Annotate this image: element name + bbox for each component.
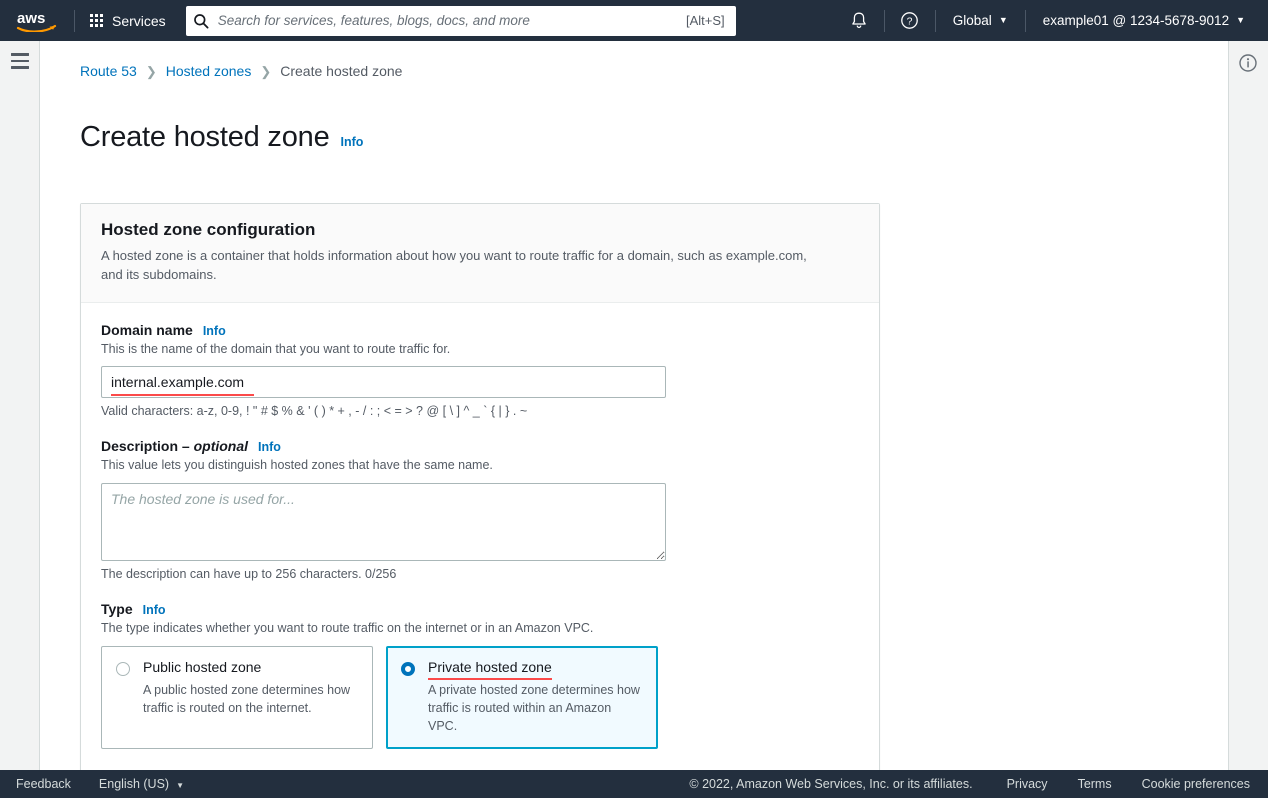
info-circle-icon[interactable] bbox=[1238, 53, 1258, 73]
chevron-down-icon: ▼ bbox=[176, 781, 184, 790]
account-label: example01 @ 1234-5678-9012 bbox=[1042, 13, 1230, 28]
services-menu-label: Services bbox=[112, 12, 166, 29]
page-title-row: Create hosted zone Info bbox=[41, 79, 1227, 174]
aws-logo-icon: aws bbox=[16, 10, 57, 33]
nav-divider bbox=[934, 9, 936, 32]
type-info-link[interactable]: Info bbox=[143, 603, 166, 617]
domain-name-input-wrap bbox=[101, 366, 666, 399]
hamburger-icon[interactable] bbox=[11, 53, 29, 69]
feedback-link[interactable]: Feedback bbox=[16, 777, 71, 791]
cookie-preferences-link[interactable]: Cookie preferences bbox=[1142, 777, 1250, 791]
description-optional-text: optional bbox=[193, 438, 249, 455]
left-navigation-rail bbox=[0, 41, 40, 770]
nav-divider bbox=[1024, 9, 1026, 32]
language-selector[interactable]: English (US) ▼ bbox=[99, 777, 184, 791]
description-label: Description – optional bbox=[101, 438, 248, 454]
breadcrumb-item-route-53[interactable]: Route 53 bbox=[80, 63, 137, 79]
services-menu-button[interactable]: Services bbox=[79, 0, 177, 41]
breadcrumb-separator-icon: ❯ bbox=[260, 63, 272, 79]
right-help-rail bbox=[1228, 41, 1268, 770]
aws-logo[interactable]: aws bbox=[16, 10, 60, 33]
question-circle-icon: ? bbox=[901, 12, 919, 29]
radio-label-private: Private hosted zone bbox=[428, 659, 552, 679]
description-info-link[interactable]: Info bbox=[258, 440, 281, 454]
privacy-link[interactable]: Privacy bbox=[1007, 777, 1048, 791]
page-title: Create hosted zone bbox=[80, 121, 330, 154]
description-character-counter: The description can have up to 256 chara… bbox=[101, 566, 397, 581]
page-info-link[interactable]: Info bbox=[341, 135, 364, 149]
radio-description-public: A public hosted zone determines how traf… bbox=[143, 683, 351, 716]
main-content: Route 53 ❯ Hosted zones ❯ Create hosted … bbox=[41, 41, 1227, 770]
type-field: Type Info The type indicates whether you… bbox=[101, 601, 859, 750]
card-description: A hosted zone is a container that holds … bbox=[101, 247, 807, 282]
radio-card-public-hosted-zone[interactable]: Public hosted zone A public hosted zone … bbox=[101, 646, 373, 750]
domain-name-label: Domain name bbox=[101, 321, 193, 338]
region-selector[interactable]: Global ▼ bbox=[944, 0, 1017, 41]
card-header: Hosted zone configuration A hosted zone … bbox=[81, 203, 879, 303]
top-nav-right-group: ? Global ▼ example01 @ 1234-5678-9012 ▼ bbox=[842, 0, 1268, 41]
chevron-down-icon: ▼ bbox=[1236, 15, 1245, 25]
card-title: Hosted zone configuration bbox=[101, 219, 316, 239]
description-textarea[interactable] bbox=[101, 482, 666, 561]
footer-left-group: Feedback English (US) ▼ bbox=[0, 777, 184, 791]
type-radio-group: Public hosted zone A public hosted zone … bbox=[101, 646, 859, 750]
top-navigation-bar: aws Services [Alt+S] bbox=[0, 0, 1268, 41]
footer-bar: Feedback English (US) ▼ © 2022, Amazon We… bbox=[0, 770, 1268, 798]
region-label: Global bbox=[952, 13, 992, 28]
terms-link[interactable]: Terms bbox=[1078, 777, 1112, 791]
search-input[interactable] bbox=[215, 6, 687, 35]
footer-right-group: © 2022, Amazon Web Services, Inc. or its… bbox=[689, 777, 1268, 791]
domain-name-hint: This is the name of the domain that you … bbox=[101, 341, 451, 356]
breadcrumb-separator-icon: ❯ bbox=[145, 63, 157, 79]
bell-icon bbox=[852, 12, 866, 29]
card-body: Domain name Info This is the name of the… bbox=[81, 303, 879, 770]
domain-name-info-link[interactable]: Info bbox=[203, 324, 226, 338]
radio-card-private-hosted-zone[interactable]: Private hosted zone A private hosted zon… bbox=[386, 646, 658, 750]
hosted-zone-configuration-card: Hosted zone configuration A hosted zone … bbox=[80, 202, 880, 770]
radio-button-public[interactable] bbox=[116, 662, 130, 677]
breadcrumb-item-hosted-zones[interactable]: Hosted zones bbox=[166, 63, 252, 79]
account-menu[interactable]: example01 @ 1234-5678-9012 ▼ bbox=[1034, 0, 1254, 41]
nav-divider bbox=[883, 9, 885, 32]
radio-description-private: A private hosted zone determines how tra… bbox=[428, 683, 640, 734]
search-icon bbox=[186, 6, 216, 36]
description-field: Description – optional Info This value l… bbox=[101, 438, 859, 581]
chevron-down-icon: ▼ bbox=[998, 15, 1008, 25]
breadcrumb: Route 53 ❯ Hosted zones ❯ Create hosted … bbox=[41, 41, 1227, 79]
help-button[interactable]: ? bbox=[893, 0, 927, 41]
description-label-text: Description – bbox=[101, 438, 194, 455]
global-search[interactable]: [Alt+S] bbox=[185, 5, 736, 36]
radio-button-private[interactable] bbox=[401, 662, 415, 677]
notifications-button[interactable] bbox=[842, 0, 876, 41]
breadcrumb-item-current: Create hosted zone bbox=[280, 63, 403, 79]
grid-icon bbox=[90, 14, 103, 27]
nav-divider bbox=[74, 9, 75, 32]
svg-text:aws: aws bbox=[17, 10, 45, 27]
spellcheck-underline bbox=[111, 394, 254, 397]
radio-label-public: Public hosted zone bbox=[143, 659, 262, 676]
domain-name-valid-characters: Valid characters: a-z, 0-9, ! " # $ % & … bbox=[101, 404, 528, 419]
search-shortcut-hint: [Alt+S] bbox=[686, 13, 725, 28]
domain-name-field: Domain name Info This is the name of the… bbox=[101, 321, 859, 419]
copyright-text: © 2022, Amazon Web Services, Inc. or its… bbox=[689, 777, 973, 791]
type-label: Type bbox=[101, 600, 133, 617]
description-hint: This value lets you distinguish hosted z… bbox=[101, 458, 493, 473]
type-hint: The type indicates whether you want to r… bbox=[101, 620, 594, 635]
svg-text:?: ? bbox=[907, 16, 913, 28]
language-label: English (US) bbox=[98, 777, 170, 791]
